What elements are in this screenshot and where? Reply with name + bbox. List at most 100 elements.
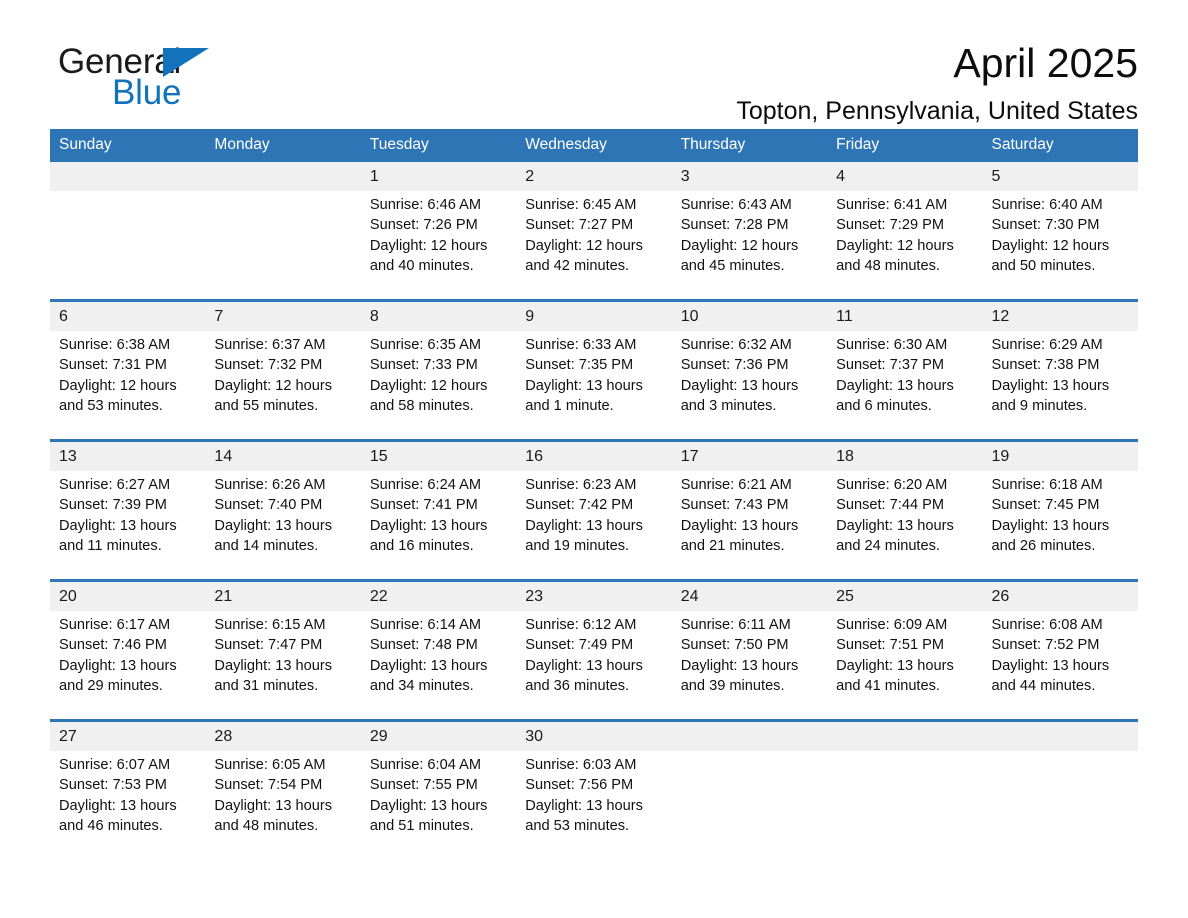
sunrise-text: Sunrise: 6:20 AM	[836, 477, 948, 493]
sunset-text: Sunset: 7:31 PM	[59, 357, 167, 374]
daylight-text-line1: Daylight: 12 hours	[680, 237, 799, 254]
day-cell[interactable]: Sunrise: 6:46 AM Sunset: 7:26 PM Dayligh…	[360, 191, 517, 301]
day-number[interactable]: 27	[50, 719, 206, 751]
daylight-text-line2: and 45 minutes.	[680, 257, 785, 274]
day-number[interactable]: 16	[516, 439, 672, 471]
day-cell[interactable]: Sunrise: 6:12 AM Sunset: 7:49 PM Dayligh…	[516, 611, 672, 721]
day-cell[interactable]: Sunrise: 6:26 AM Sunset: 7:40 PM Dayligh…	[205, 471, 361, 581]
day-cell[interactable]: Sunrise: 6:21 AM Sunset: 7:43 PM Dayligh…	[671, 471, 828, 581]
day-cell[interactable]: Sunrise: 6:32 AM Sunset: 7:36 PM Dayligh…	[671, 331, 828, 441]
day-cell[interactable]: Sunrise: 6:14 AM Sunset: 7:48 PM Dayligh…	[360, 611, 517, 721]
brand-name-blue: Blue	[112, 73, 182, 112]
sunrise-text: Sunrise: 6:18 AM	[991, 477, 1103, 493]
sunset-text: Sunset: 7:52 PM	[991, 637, 1100, 654]
day-cell[interactable]: Sunrise: 6:08 AM Sunset: 7:52 PM Dayligh…	[982, 611, 1138, 721]
sunset-text: Sunset: 7:53 PM	[59, 777, 167, 794]
sunset-text: Sunset: 7:41 PM	[369, 497, 478, 514]
daylight-text-line2: and 31 minutes.	[214, 677, 319, 694]
day-cell[interactable]: Sunrise: 6:20 AM Sunset: 7:44 PM Dayligh…	[827, 471, 983, 581]
daylight-text-line1: Daylight: 13 hours	[525, 377, 643, 394]
day-cell[interactable]: Sunrise: 6:18 AM Sunset: 7:45 PM Dayligh…	[982, 471, 1138, 581]
day-number[interactable]: 14	[205, 439, 361, 471]
sunrise-text: Sunrise: 6:09 AM	[836, 617, 948, 633]
day-number[interactable]: 11	[827, 299, 983, 331]
day-cell[interactable]: Sunrise: 6:11 AM Sunset: 7:50 PM Dayligh…	[671, 611, 828, 721]
day-number[interactable]: 25	[827, 579, 983, 611]
day-number[interactable]: 30	[516, 719, 672, 751]
day-number[interactable]: 5	[982, 162, 1138, 191]
day-cell[interactable]: Sunrise: 6:30 AM Sunset: 7:37 PM Dayligh…	[827, 331, 983, 441]
calendar-header-row: Sunday Monday Tuesday Wednesday Thursday…	[50, 129, 1138, 162]
day-cell[interactable]: Sunrise: 6:09 AM Sunset: 7:51 PM Dayligh…	[827, 611, 983, 721]
week-date-row: 20 21 22 23 24 25 26	[50, 579, 1138, 611]
daylight-text-line1: Daylight: 13 hours	[836, 377, 954, 394]
day-number[interactable]: 26	[982, 579, 1138, 611]
sunrise-text: Sunrise: 6:15 AM	[214, 617, 326, 633]
day-number[interactable]: 21	[205, 579, 361, 611]
day-cell[interactable]: Sunrise: 6:04 AM Sunset: 7:55 PM Dayligh…	[360, 751, 517, 859]
day-cell[interactable]: Sunrise: 6:27 AM Sunset: 7:39 PM Dayligh…	[50, 471, 206, 581]
daylight-text-line1: Daylight: 12 hours	[525, 237, 643, 254]
week-date-row: 1 2 3 4 5	[50, 162, 1138, 191]
day-cell[interactable]: Sunrise: 6:40 AM Sunset: 7:30 PM Dayligh…	[982, 191, 1138, 301]
sunrise-text: Sunrise: 6:41 AM	[836, 197, 948, 213]
day-cell[interactable]: Sunrise: 6:29 AM Sunset: 7:38 PM Dayligh…	[982, 331, 1138, 441]
day-cell[interactable]: Sunrise: 6:05 AM Sunset: 7:54 PM Dayligh…	[205, 751, 361, 859]
day-cell[interactable]: Sunrise: 6:17 AM Sunset: 7:46 PM Dayligh…	[50, 611, 206, 721]
sunrise-text: Sunrise: 6:35 AM	[369, 337, 481, 353]
day-cell[interactable]: Sunrise: 6:33 AM Sunset: 7:35 PM Dayligh…	[516, 331, 672, 441]
sunset-text: Sunset: 7:30 PM	[991, 217, 1100, 234]
day-number[interactable]: 8	[360, 299, 517, 331]
sunrise-text: Sunrise: 6:21 AM	[680, 477, 792, 493]
sunset-text: Sunset: 7:49 PM	[525, 637, 634, 654]
day-cell[interactable]: Sunrise: 6:03 AM Sunset: 7:56 PM Dayligh…	[516, 751, 672, 859]
day-cell[interactable]: Sunrise: 6:37 AM Sunset: 7:32 PM Dayligh…	[205, 331, 361, 441]
daylight-text-line2: and 14 minutes.	[214, 537, 319, 554]
sunrise-text: Sunrise: 6:27 AM	[59, 477, 171, 493]
day-cell[interactable]: Sunrise: 6:07 AM Sunset: 7:53 PM Dayligh…	[50, 751, 206, 859]
daylight-text-line2: and 40 minutes.	[369, 257, 474, 274]
day-cell[interactable]: Sunrise: 6:23 AM Sunset: 7:42 PM Dayligh…	[516, 471, 672, 581]
sunrise-text: Sunrise: 6:24 AM	[369, 477, 481, 493]
day-cell[interactable]: Sunrise: 6:38 AM Sunset: 7:31 PM Dayligh…	[50, 331, 206, 441]
day-number[interactable]: 18	[827, 439, 983, 471]
day-cell[interactable]: Sunrise: 6:45 AM Sunset: 7:27 PM Dayligh…	[516, 191, 672, 301]
daylight-text-line2: and 48 minutes.	[214, 817, 319, 834]
day-number[interactable]: 7	[205, 299, 361, 331]
day-number[interactable]: 28	[205, 719, 361, 751]
day-number[interactable]: 1	[360, 162, 517, 191]
day-cell[interactable]: Sunrise: 6:24 AM Sunset: 7:41 PM Dayligh…	[360, 471, 517, 581]
daylight-text-line1: Daylight: 12 hours	[991, 237, 1110, 254]
sunset-text: Sunset: 7:39 PM	[59, 497, 167, 514]
day-number[interactable]: 9	[516, 299, 672, 331]
sunrise-text: Sunrise: 6:26 AM	[214, 477, 326, 493]
day-number[interactable]: 2	[516, 162, 672, 191]
day-number[interactable]: 29	[360, 719, 517, 751]
day-number[interactable]: 24	[671, 579, 828, 611]
day-cell	[671, 751, 828, 859]
day-number[interactable]: 19	[982, 439, 1138, 471]
sunrise-text: Sunrise: 6:12 AM	[525, 617, 637, 633]
sunrise-text: Sunrise: 6:17 AM	[59, 617, 171, 633]
day-number[interactable]: 15	[360, 439, 517, 471]
day-cell[interactable]: Sunrise: 6:41 AM Sunset: 7:29 PM Dayligh…	[827, 191, 983, 301]
day-number[interactable]: 20	[50, 579, 206, 611]
day-number[interactable]: 22	[360, 579, 517, 611]
daylight-text-line1: Daylight: 13 hours	[525, 657, 643, 674]
day-number[interactable]: 12	[982, 299, 1138, 331]
day-number[interactable]: 13	[50, 439, 206, 471]
day-number[interactable]: 17	[671, 439, 828, 471]
sunset-text: Sunset: 7:56 PM	[525, 777, 634, 794]
day-number[interactable]: 6	[50, 299, 206, 331]
day-number[interactable]: 3	[671, 162, 828, 191]
day-cell[interactable]: Sunrise: 6:35 AM Sunset: 7:33 PM Dayligh…	[360, 331, 517, 441]
daylight-text-line1: Daylight: 13 hours	[680, 377, 799, 394]
daylight-text-line1: Daylight: 13 hours	[59, 657, 177, 674]
day-number[interactable]: 23	[516, 579, 672, 611]
day-cell[interactable]: Sunrise: 6:43 AM Sunset: 7:28 PM Dayligh…	[671, 191, 828, 301]
day-number[interactable]: 4	[827, 162, 983, 191]
weekday-header-sunday: Sunday	[50, 129, 206, 162]
week-info-row: Sunrise: 6:38 AM Sunset: 7:31 PM Dayligh…	[50, 331, 1138, 441]
day-number[interactable]: 10	[671, 299, 828, 331]
day-cell[interactable]: Sunrise: 6:15 AM Sunset: 7:47 PM Dayligh…	[205, 611, 361, 721]
